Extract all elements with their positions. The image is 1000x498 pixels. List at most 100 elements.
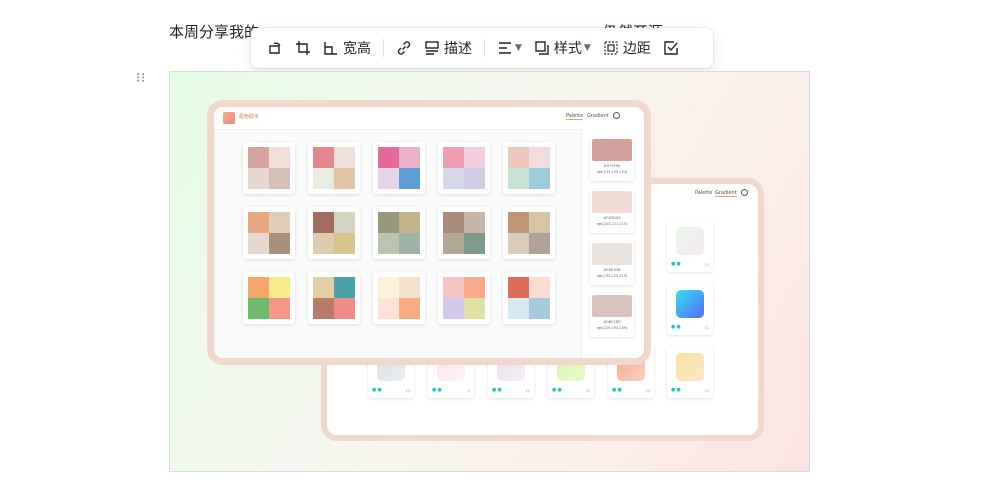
chevron-down-icon: ▼ (583, 43, 591, 53)
palette-swatch (248, 298, 269, 319)
gradient-like-count: 13 (704, 263, 709, 267)
palette-swatch (443, 298, 464, 319)
caption-button[interactable]: 描述 (418, 34, 478, 62)
style-dropdown[interactable]: 样式 ▼ (528, 34, 597, 62)
palette-swatch (529, 233, 550, 254)
gradient-like-count: 14 (645, 389, 650, 393)
color-detail-card: #EBE1DB rgb(235,225,219) (590, 241, 634, 285)
margin-label: 边距 (622, 41, 651, 57)
palette-tile (373, 142, 425, 194)
palette-swatch (248, 168, 269, 189)
palette-swatch (464, 233, 485, 254)
palette-tile (438, 272, 490, 324)
chevron-down-icon: ▼ (515, 43, 522, 53)
palette-tile (438, 207, 490, 259)
palette-swatch (399, 298, 420, 319)
app-logo-text: 配色助手 (239, 114, 260, 120)
checkbox-icon (664, 41, 678, 55)
palette-swatch (313, 168, 334, 189)
color-hex-text: #EBE1DB (603, 268, 621, 272)
palette-swatch (508, 233, 529, 254)
crop-icon (296, 41, 310, 55)
palette-swatch (313, 298, 334, 319)
palette-swatch (248, 233, 269, 254)
palette-swatch (443, 277, 464, 298)
color-swatch (592, 243, 632, 265)
palette-swatch (529, 168, 550, 189)
front-nav-palette: Palette (566, 113, 584, 120)
rotate-button[interactable] (261, 34, 289, 62)
align-left-icon (499, 42, 511, 54)
palette-tile (243, 207, 295, 259)
gradient-tile: ●● 11 (667, 283, 713, 335)
palette-swatch (269, 212, 290, 233)
palette-swatch (443, 233, 464, 254)
style-label: 样式 (553, 41, 582, 57)
gradient-dots-icon: ●● (492, 387, 503, 393)
palette-swatch (334, 277, 355, 298)
embedded-image[interactable]: Palette Gradient ●● 13 ●● 11 ●● 10 ●● 13 ●● 9 ●● 11… (169, 71, 810, 472)
size-icon (324, 42, 337, 55)
image-toolbar: 宽高 描述 ▼ 样式 ▼ 边距 (251, 28, 713, 68)
app-logo-icon (223, 112, 235, 124)
palette-swatch (378, 277, 399, 298)
gradient-like-count: 10 (585, 389, 590, 393)
palette-swatch (508, 298, 529, 319)
gradient-dots-icon: ●● (612, 387, 623, 393)
palette-swatch (313, 233, 334, 254)
palette-swatch (443, 212, 464, 233)
margin-button[interactable]: 边距 (597, 34, 657, 62)
palette-swatch (313, 212, 334, 233)
palette-swatch (334, 233, 355, 254)
back-nav-gradient: Gradient (715, 190, 737, 197)
toolbar-divider (484, 39, 485, 57)
color-detail-card: #D8C2BD rgb(216,194,189) (590, 293, 634, 337)
palette-swatch (529, 298, 550, 319)
link-icon (397, 41, 411, 55)
palette-swatch (464, 212, 485, 233)
palette-tile (503, 272, 555, 324)
palette-tile (503, 207, 555, 259)
gradient-dots-icon: ●● (671, 387, 682, 393)
gradient-dots-icon: ●● (671, 324, 682, 330)
link-button[interactable] (390, 34, 418, 62)
palette-tile (308, 272, 360, 324)
palette-swatch (269, 277, 290, 298)
palette-swatch (529, 212, 550, 233)
back-nav-palette: Palette (695, 190, 713, 196)
palette-swatch (464, 277, 485, 298)
gradient-like-count: 9 (467, 389, 470, 393)
size-button[interactable]: 宽高 (317, 34, 377, 62)
gradient-tile: ●● 10 (667, 346, 713, 398)
color-detail-card: #F4DDD5 rgb(244,221,213) (590, 189, 634, 233)
palette-swatch (269, 168, 290, 189)
front-window-header: 配色助手 Palette Gradient (214, 107, 644, 130)
palette-tile (438, 142, 490, 194)
color-rgb-text: rgb(235,225,219) (596, 274, 628, 278)
gradient-preview (676, 353, 704, 381)
palette-swatch (378, 233, 399, 254)
color-swatch (592, 191, 632, 213)
palette-swatch (464, 298, 485, 319)
select-checkbox-button[interactable] (657, 34, 685, 62)
crop-button[interactable] (289, 34, 317, 62)
gear-icon (613, 112, 620, 119)
palette-swatch (399, 212, 420, 233)
color-hex-text: #D8C2BD (603, 320, 621, 324)
color-swatch (592, 295, 632, 317)
palette-swatch (464, 168, 485, 189)
palette-swatch (313, 277, 334, 298)
gear-icon (741, 189, 748, 196)
drag-handle-icon[interactable]: ⁝⁝ (136, 72, 150, 91)
palette-swatch (334, 298, 355, 319)
gradient-like-count: 11 (704, 326, 709, 330)
palette-swatch (269, 233, 290, 254)
align-dropdown[interactable]: ▼ (491, 34, 528, 62)
caption-label: 描述 (444, 41, 472, 57)
palette-swatch (378, 168, 399, 189)
palette-swatch (464, 147, 485, 168)
gradient-dots-icon: ●● (552, 387, 563, 393)
palette-swatch (508, 168, 529, 189)
gradient-tile: ●● 13 (667, 220, 713, 272)
palette-tile (243, 142, 295, 194)
